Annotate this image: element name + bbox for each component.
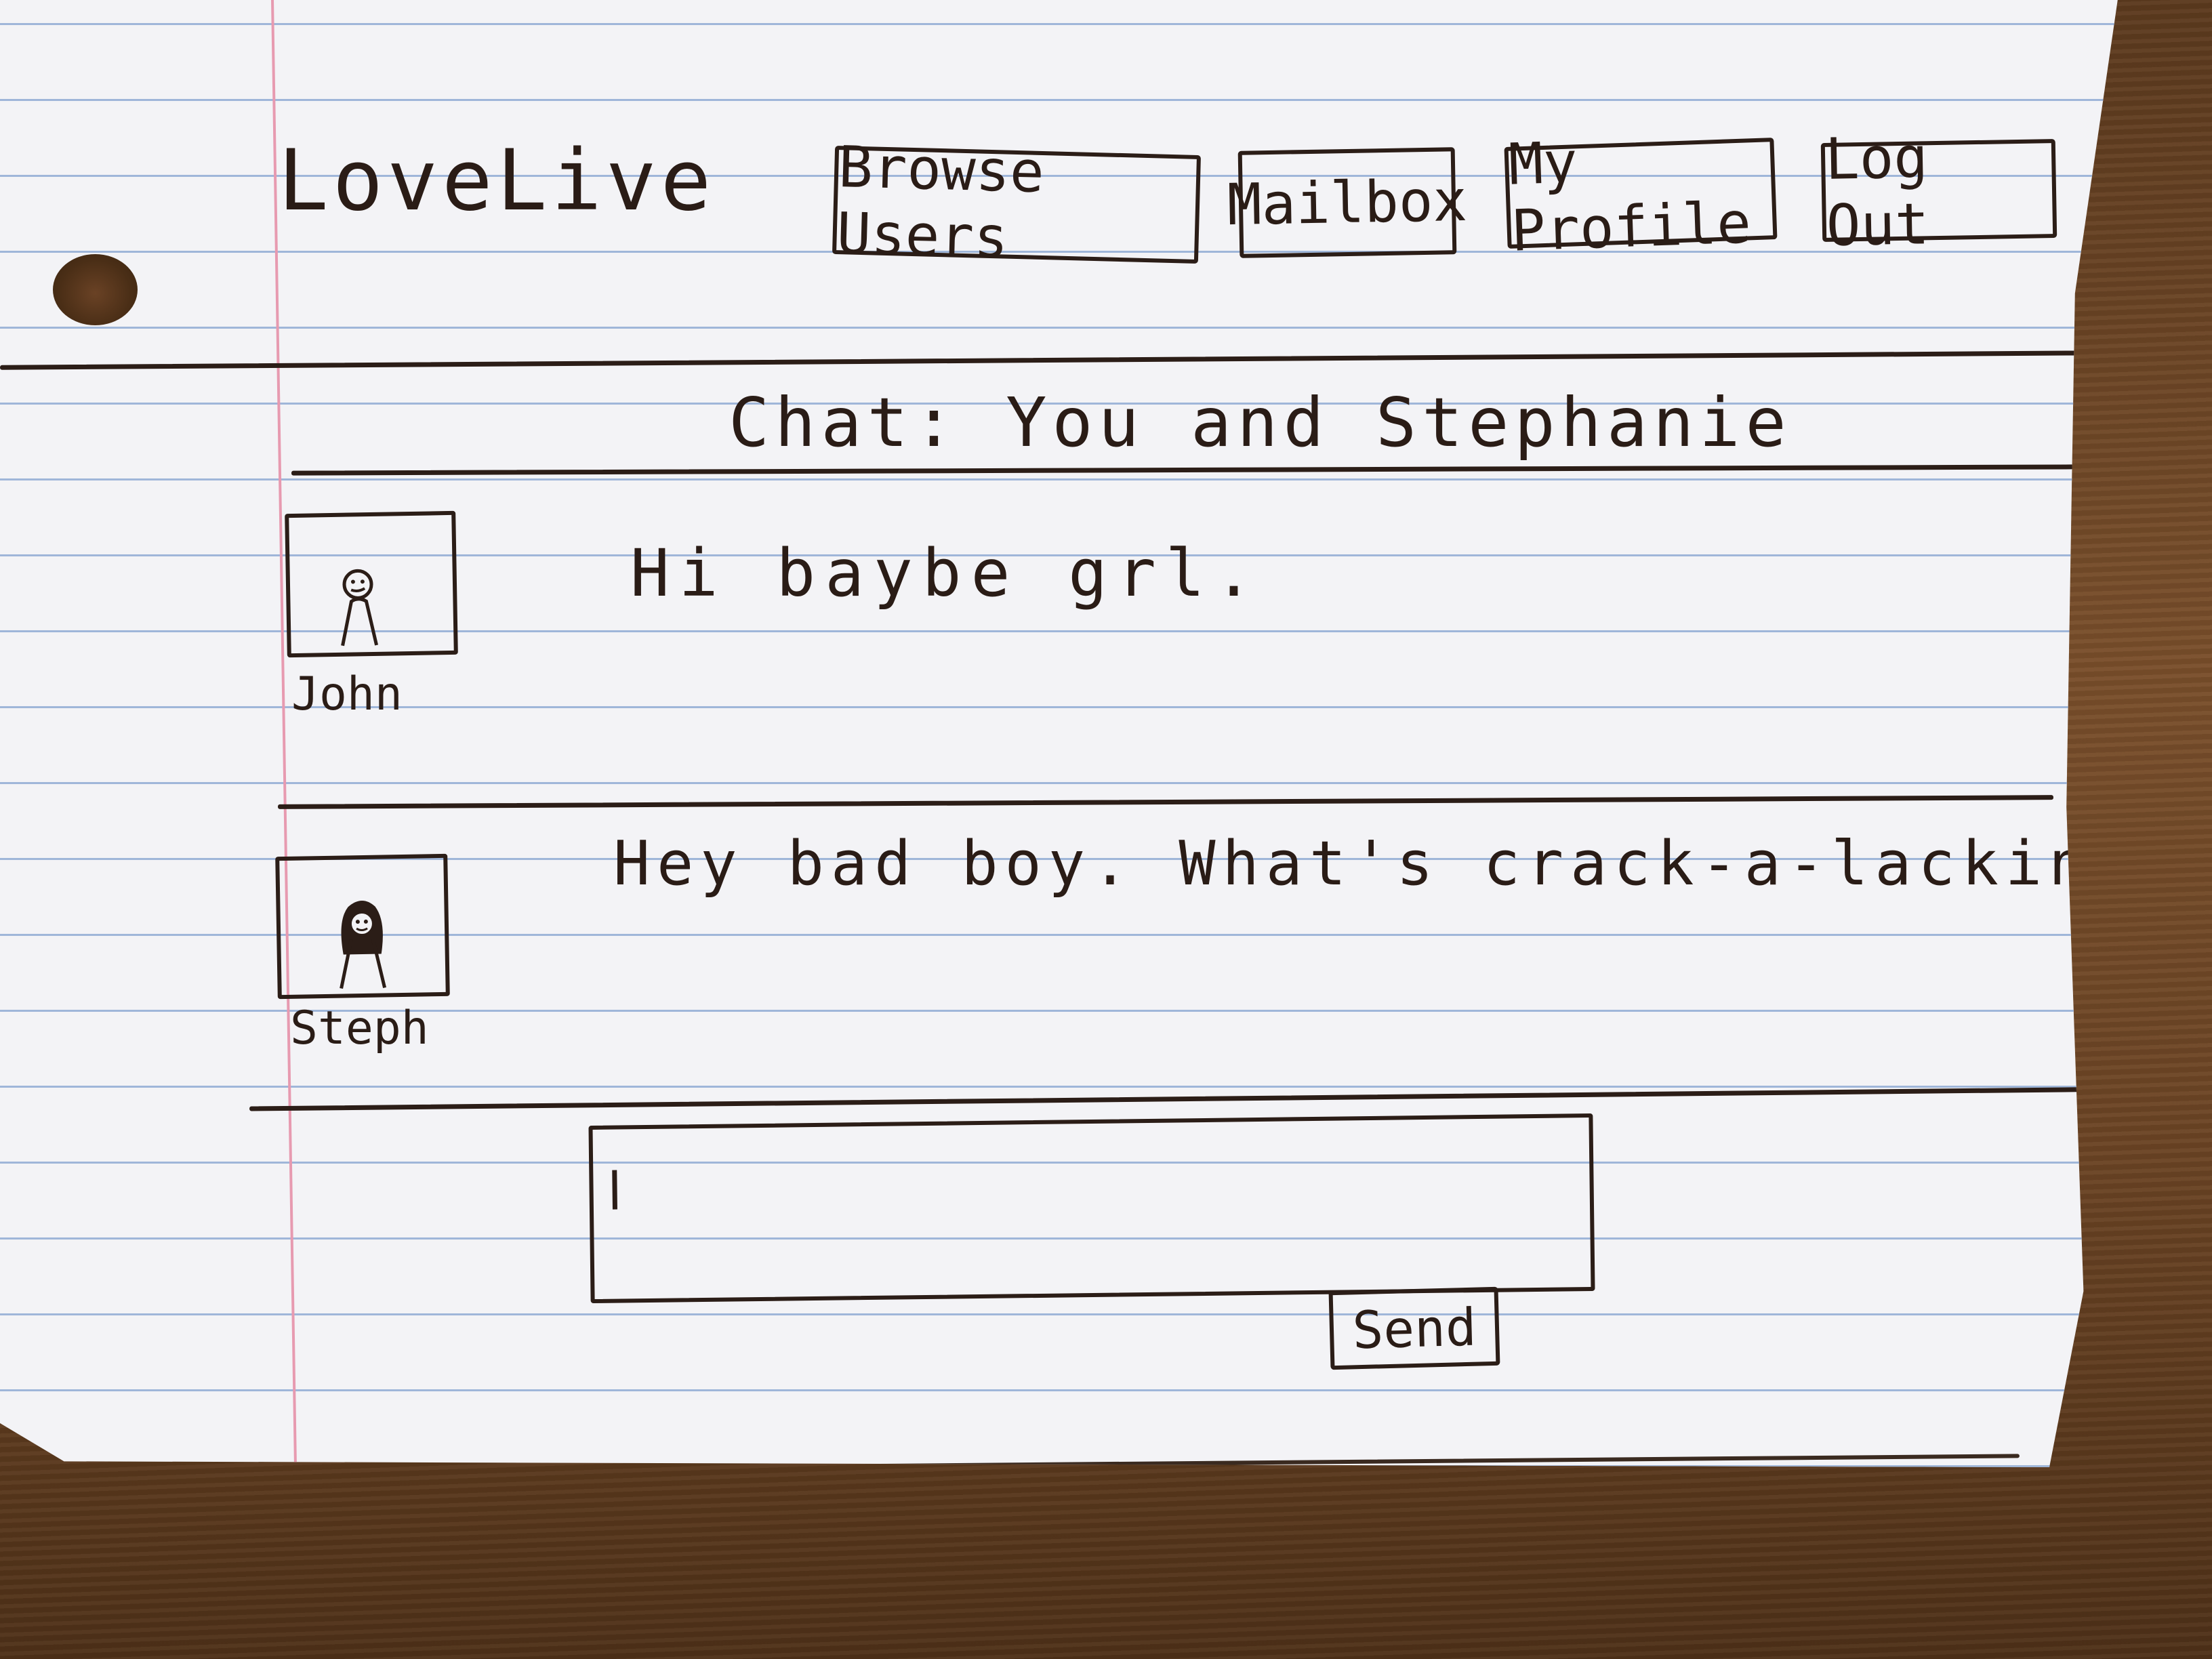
header-divider	[0, 350, 2101, 370]
message-sender: John	[291, 668, 403, 721]
app-logo: LoveLive	[278, 132, 716, 230]
person-avatar-icon	[285, 510, 458, 658]
person-long-hair-avatar-icon	[275, 853, 450, 1000]
chat-title: Chat: You and Stephanie	[729, 383, 1792, 462]
notebook-paper: LoveLive Browse Users Mailbox My Profile…	[0, 0, 2118, 1467]
chat-title-divider	[291, 464, 2074, 476]
send-button[interactable]: Send	[1328, 1286, 1500, 1370]
message-input-field[interactable]	[588, 1113, 1595, 1304]
text-cursor	[612, 1170, 617, 1210]
nav-my-profile-button[interactable]: My Profile	[1504, 129, 1778, 264]
message-text: Hi baybe grl.	[630, 535, 1263, 611]
message-text: Hey bad boy. What's crack-a-lackin'.	[613, 828, 2179, 899]
nav-mailbox-button[interactable]: Mailbox	[1227, 147, 1468, 258]
message-divider	[277, 795, 2054, 809]
nav-browse-users-button[interactable]: Browse Users	[832, 134, 1202, 271]
message-sender: Steph	[290, 1002, 429, 1055]
nav-log-out-button[interactable]: Log Out	[1820, 124, 2057, 259]
paper-punch-hole	[53, 254, 138, 325]
message-list-divider	[249, 1086, 2118, 1111]
